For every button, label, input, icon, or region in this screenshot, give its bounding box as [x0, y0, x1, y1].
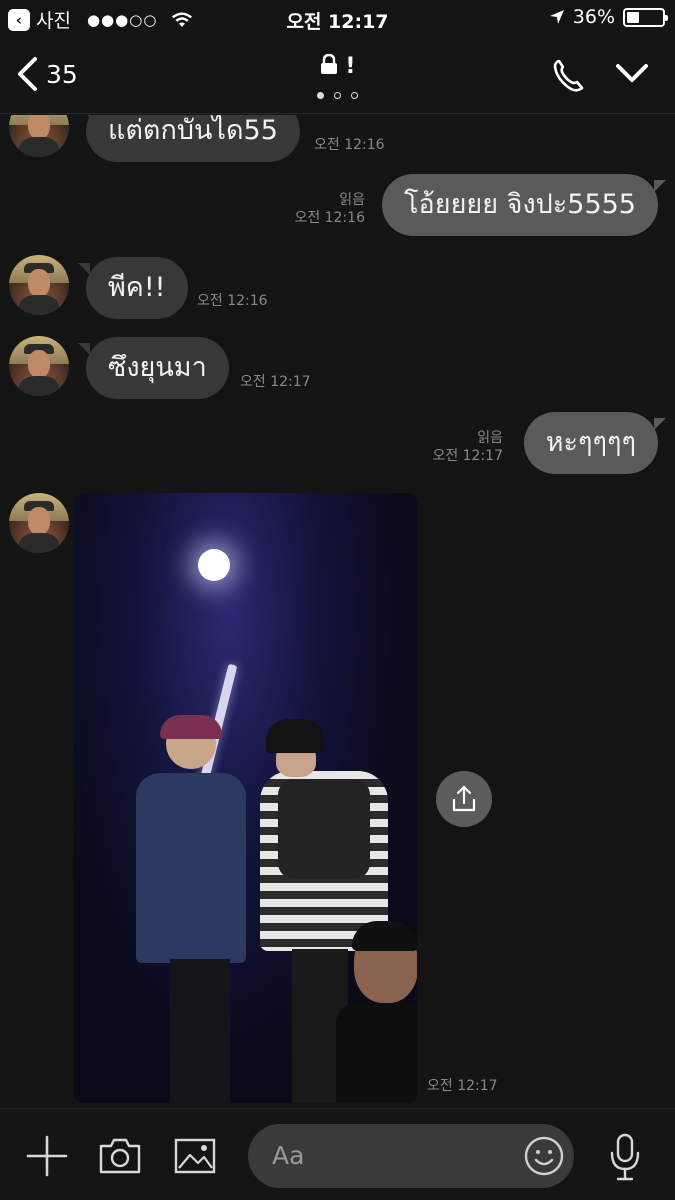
avatar-face	[28, 350, 50, 378]
message-meta: 읽음 오전 12:17	[432, 429, 503, 465]
message-bubble-incoming[interactable]: ซึงยุนมา	[78, 337, 229, 399]
read-receipt: 읽음	[477, 430, 503, 446]
message-time: 오전 12:17	[240, 373, 311, 391]
location-arrow-icon	[549, 10, 564, 24]
read-receipt: 읽음	[339, 192, 365, 208]
message-text: โอ้ยยยย จิงปะ5555	[404, 189, 636, 220]
message-time-text: 오전 12:16	[314, 137, 385, 153]
message-text: พีค!!	[108, 272, 166, 303]
performer-right-hat	[266, 719, 324, 753]
message-time: 오전 12:16	[197, 292, 268, 310]
performer-right-vest	[278, 779, 370, 879]
battery-cap	[665, 14, 668, 21]
image-icon[interactable]	[173, 1137, 217, 1175]
battery-percent: 36%	[572, 6, 615, 28]
message-time-text: 오전 12:17	[427, 1078, 498, 1094]
phone-icon[interactable]	[551, 58, 587, 94]
chevron-down-icon[interactable]	[615, 62, 649, 84]
message-time: 오전 12:16	[294, 210, 365, 226]
page-dot	[351, 92, 358, 99]
avatar-body	[19, 295, 59, 315]
message-time: 오전 12:16	[314, 136, 385, 154]
avatar[interactable]	[9, 493, 69, 553]
chat-header: 35 !	[0, 38, 675, 114]
audience-person-body	[336, 1003, 417, 1103]
page-dot	[334, 92, 341, 99]
message-text: หะๆๆๆๆ	[545, 427, 636, 458]
message-text: แต่ตกบันได55	[108, 115, 278, 146]
avatar[interactable]	[9, 255, 69, 315]
message-time-text: 오전 12:16	[197, 293, 268, 309]
message-list[interactable]: แต่ตกบันได55 오전 12:16 읽음 오전 12:16 โอ้ยยย…	[0, 115, 675, 1108]
audience-person-hair	[352, 921, 417, 951]
avatar-body	[19, 137, 59, 157]
message-text: ซึงยุนมา	[108, 352, 207, 383]
emoji-icon[interactable]	[524, 1136, 564, 1176]
avatar-face	[28, 507, 50, 535]
lock-icon	[320, 53, 337, 74]
avatar-body	[19, 376, 59, 396]
message-bubble-outgoing[interactable]: หะๆๆๆๆ	[523, 412, 667, 474]
message-time-text: 오전 12:17	[240, 374, 311, 390]
performer-left-legs	[170, 959, 230, 1103]
avatar-body	[19, 533, 59, 553]
avatar-face	[28, 269, 50, 297]
battery-icon	[623, 7, 668, 27]
page-dot	[317, 92, 324, 99]
message-bubble-incoming[interactable]: แต่ตกบันได55	[78, 115, 300, 162]
share-icon	[452, 785, 476, 812]
performer-left-cap	[160, 715, 222, 739]
camera-icon[interactable]	[98, 1137, 142, 1175]
status-bar: ‹ 사진 ●●●○○ 오전 12:17 36%	[0, 0, 675, 38]
microphone-icon[interactable]	[608, 1133, 642, 1181]
share-button[interactable]	[436, 771, 492, 827]
performer-left-body	[136, 773, 246, 963]
chat-screen: ‹ 사진 ●●●○○ 오전 12:17 36% 35 ! แต่ตกบันได5…	[0, 0, 675, 1200]
battery-level	[627, 11, 639, 23]
message-time: 오전 12:17	[432, 448, 503, 464]
avatar-face	[28, 115, 50, 139]
message-time: 오전 12:17	[427, 1077, 498, 1095]
stage-spotlight	[198, 549, 230, 581]
message-input-placeholder: Aa	[272, 1141, 305, 1170]
avatar[interactable]	[9, 115, 69, 157]
message-meta: 읽음 오전 12:16	[294, 191, 365, 227]
message-input-bar: Aa	[0, 1108, 675, 1200]
photo-message[interactable]	[74, 493, 417, 1103]
avatar[interactable]	[9, 336, 69, 396]
message-bubble-incoming[interactable]: พีค!!	[78, 257, 188, 319]
message-input[interactable]: Aa	[248, 1124, 574, 1188]
chat-title-text: !	[345, 54, 356, 79]
plus-icon[interactable]	[26, 1135, 68, 1177]
status-right: 36%	[549, 6, 668, 28]
message-bubble-outgoing[interactable]: โอ้ยยยย จิงปะ5555	[382, 174, 666, 236]
